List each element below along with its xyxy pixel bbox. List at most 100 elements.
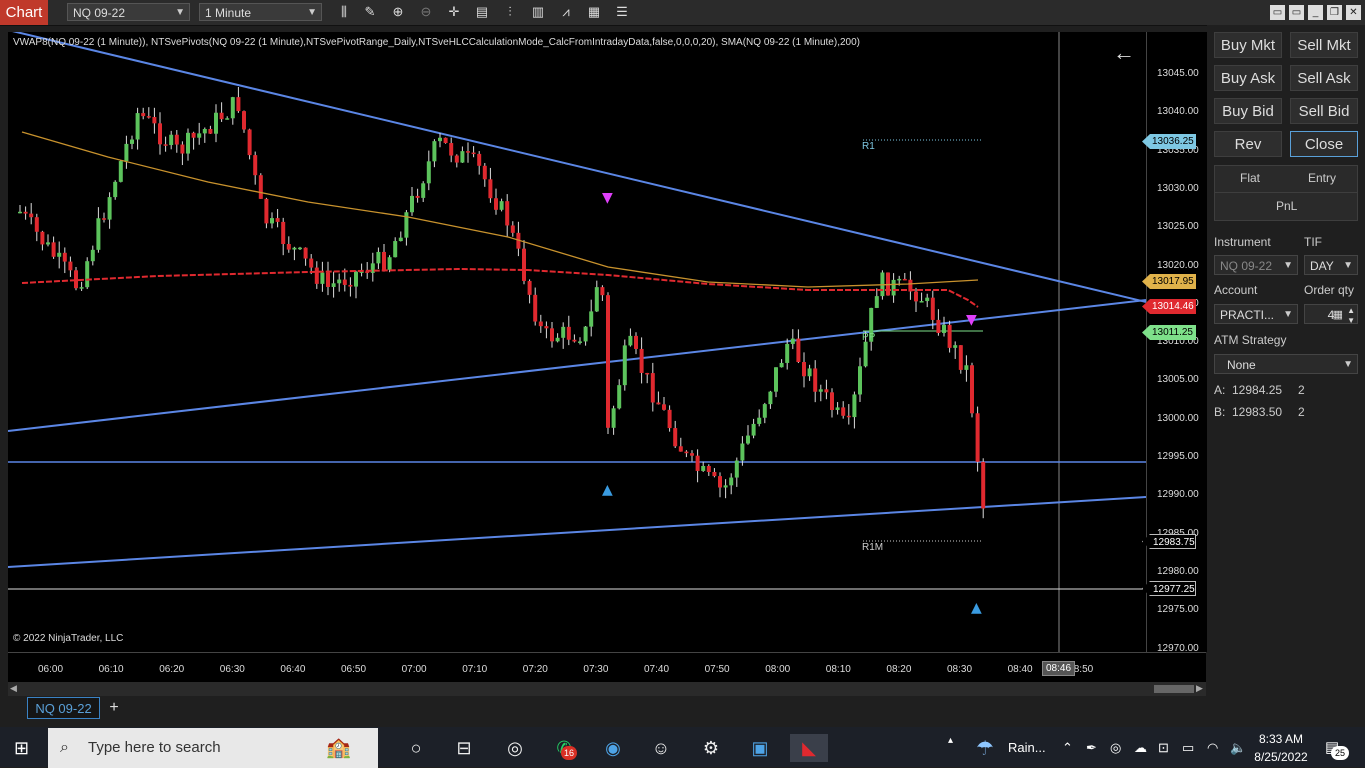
sell-market-button[interactable]: Sell Mkt: [1290, 32, 1358, 58]
buy-bid-button[interactable]: Buy Bid: [1214, 98, 1282, 124]
price-tick-label: 13020.00: [1157, 259, 1199, 271]
candle-body: [589, 311, 594, 327]
candle-body: [622, 345, 627, 386]
price-chart[interactable]: ▼ ▲ ▼ ▲: [8, 32, 1146, 652]
chart-trader-icon[interactable]: ⩘: [558, 4, 574, 20]
sell-signal-marker: ▼: [966, 312, 977, 328]
sell-bid-button[interactable]: Sell Bid: [1290, 98, 1358, 124]
candle-body: [510, 225, 515, 233]
buy-market-button[interactable]: Buy Mkt: [1214, 32, 1282, 58]
atm-strategy-select[interactable]: None ▼: [1214, 354, 1358, 374]
reverse-button[interactable]: Rev: [1214, 131, 1282, 157]
list-icon[interactable]: ☰: [614, 4, 630, 20]
instrument-selector[interactable]: NQ 09-22 ▼: [67, 3, 190, 21]
candle-body: [62, 252, 67, 262]
weather-text[interactable]: Rain...: [1008, 740, 1046, 755]
candle-body: [583, 326, 588, 342]
instrument-select[interactable]: NQ 09-22 ▼: [1214, 255, 1298, 275]
tile-window-icon[interactable]: ▭: [1289, 5, 1304, 20]
cloud-icon[interactable]: ☁: [1134, 740, 1147, 756]
templates-icon[interactable]: ▦: [586, 4, 602, 20]
atm-strategy-label: ATM Strategy: [1214, 333, 1287, 347]
settings-gear-icon[interactable]: ⚙: [696, 734, 726, 762]
price-tick-label: 13045.00: [1157, 68, 1199, 79]
indicators-icon[interactable]: ⫶: [502, 4, 518, 20]
bar-type-icon[interactable]: ⫼: [336, 4, 352, 20]
photos-icon[interactable]: ▣: [745, 734, 775, 762]
add-tab-button[interactable]: +: [106, 697, 122, 719]
tab-nq-09-22[interactable]: NQ 09-22: [27, 697, 100, 719]
candle-body: [169, 134, 174, 146]
avatar-app-icon[interactable]: ☺: [646, 734, 676, 762]
ninjatrader-icon[interactable]: ◣: [790, 734, 828, 762]
chart-scrollbar[interactable]: ◀ ▶: [8, 682, 1206, 696]
properties-icon[interactable]: ▤: [474, 4, 490, 20]
candle-body: [902, 278, 907, 281]
qbittorrent-icon[interactable]: ◉: [598, 734, 628, 762]
close-position-button[interactable]: Close: [1290, 131, 1358, 157]
order-qty-stepper[interactable]: 4 ▦ ▲ ▼: [1304, 304, 1358, 325]
candle-body: [337, 279, 342, 284]
candle-body: [718, 476, 722, 488]
account-select[interactable]: PRACTI... ▼: [1214, 304, 1298, 324]
tile-window-icon[interactable]: ▭: [1270, 5, 1285, 20]
ask-price: 12984.25: [1232, 383, 1283, 397]
pen-icon[interactable]: ✒: [1086, 740, 1097, 756]
candle-body: [807, 368, 812, 377]
candle-body: [690, 453, 694, 456]
speaker-icon[interactable]: 🔈: [1230, 740, 1246, 756]
candle-body: [107, 197, 112, 220]
clock-date[interactable]: 8/25/2022: [1250, 750, 1312, 764]
candle-body: [146, 116, 151, 118]
strategies-icon[interactable]: ▥: [530, 4, 546, 20]
candle-body: [740, 443, 745, 461]
scroll-left-icon[interactable]: ◀: [10, 683, 17, 694]
buy-ask-button[interactable]: Buy Ask: [1214, 65, 1282, 91]
candle-body: [376, 251, 381, 264]
security-icon[interactable]: ⊡: [1158, 740, 1169, 756]
candle-body: [656, 402, 661, 405]
tif-select-value: DAY: [1310, 259, 1334, 273]
candle-body: [426, 161, 431, 184]
interval-selector[interactable]: 1 Minute ▼: [199, 3, 322, 21]
task-view-icon[interactable]: ○: [401, 734, 431, 762]
sell-signal-marker: ▼: [602, 190, 613, 206]
candle-body: [594, 287, 599, 312]
candle-body: [471, 152, 476, 155]
scroll-right-icon[interactable]: ▶: [1196, 683, 1203, 694]
candle-body: [477, 153, 482, 166]
taskbar-search-box[interactable]: ⌕ Type here to search 🏫: [48, 728, 378, 768]
zoom-out-icon[interactable]: ⊖: [418, 4, 434, 20]
scroll-thumb[interactable]: [1154, 685, 1194, 693]
clock-time[interactable]: 8:33 AM: [1250, 732, 1312, 746]
crosshair-icon[interactable]: ✛: [446, 4, 462, 20]
candle-body: [695, 455, 700, 471]
browser-app-icon[interactable]: ◎: [500, 734, 530, 762]
maximize-icon[interactable]: ❐: [1327, 5, 1342, 20]
buy-signal-marker: ▲: [602, 482, 613, 498]
minimize-icon[interactable]: _: [1308, 5, 1323, 20]
tif-select[interactable]: DAY ▼: [1304, 255, 1358, 275]
widgets-icon[interactable]: ⊟: [449, 734, 479, 762]
wifi-icon[interactable]: ◠: [1207, 740, 1218, 756]
candle-body: [550, 328, 554, 342]
candle-body: [712, 471, 717, 477]
drawing-tool-icon[interactable]: ✎: [362, 4, 378, 20]
windows-start-icon[interactable]: ⊞: [14, 738, 29, 759]
show-hidden-icons-icon[interactable]: ⌃: [1062, 740, 1073, 756]
network-status-icon[interactable]: ◎: [1110, 740, 1121, 756]
candle-body: [813, 368, 818, 392]
pp-price-tag: 13011.25: [1142, 325, 1196, 340]
stepper-down-icon[interactable]: ▼: [1347, 311, 1355, 331]
zoom-in-icon[interactable]: ⊕: [390, 4, 406, 20]
tif-label: TIF: [1304, 235, 1322, 249]
taskbar-chevron-icon[interactable]: ▴: [948, 735, 953, 746]
time-tick-label: 08:00: [765, 664, 791, 675]
close-icon[interactable]: ✕: [1346, 5, 1361, 20]
back-arrow-icon[interactable]: ←: [1113, 40, 1135, 66]
chevron-down-icon: ▼: [175, 7, 185, 18]
candle-body: [970, 365, 974, 414]
battery-icon[interactable]: ▭: [1182, 740, 1194, 756]
sell-ask-button[interactable]: Sell Ask: [1290, 65, 1358, 91]
calculator-icon[interactable]: ▦: [1333, 305, 1343, 325]
